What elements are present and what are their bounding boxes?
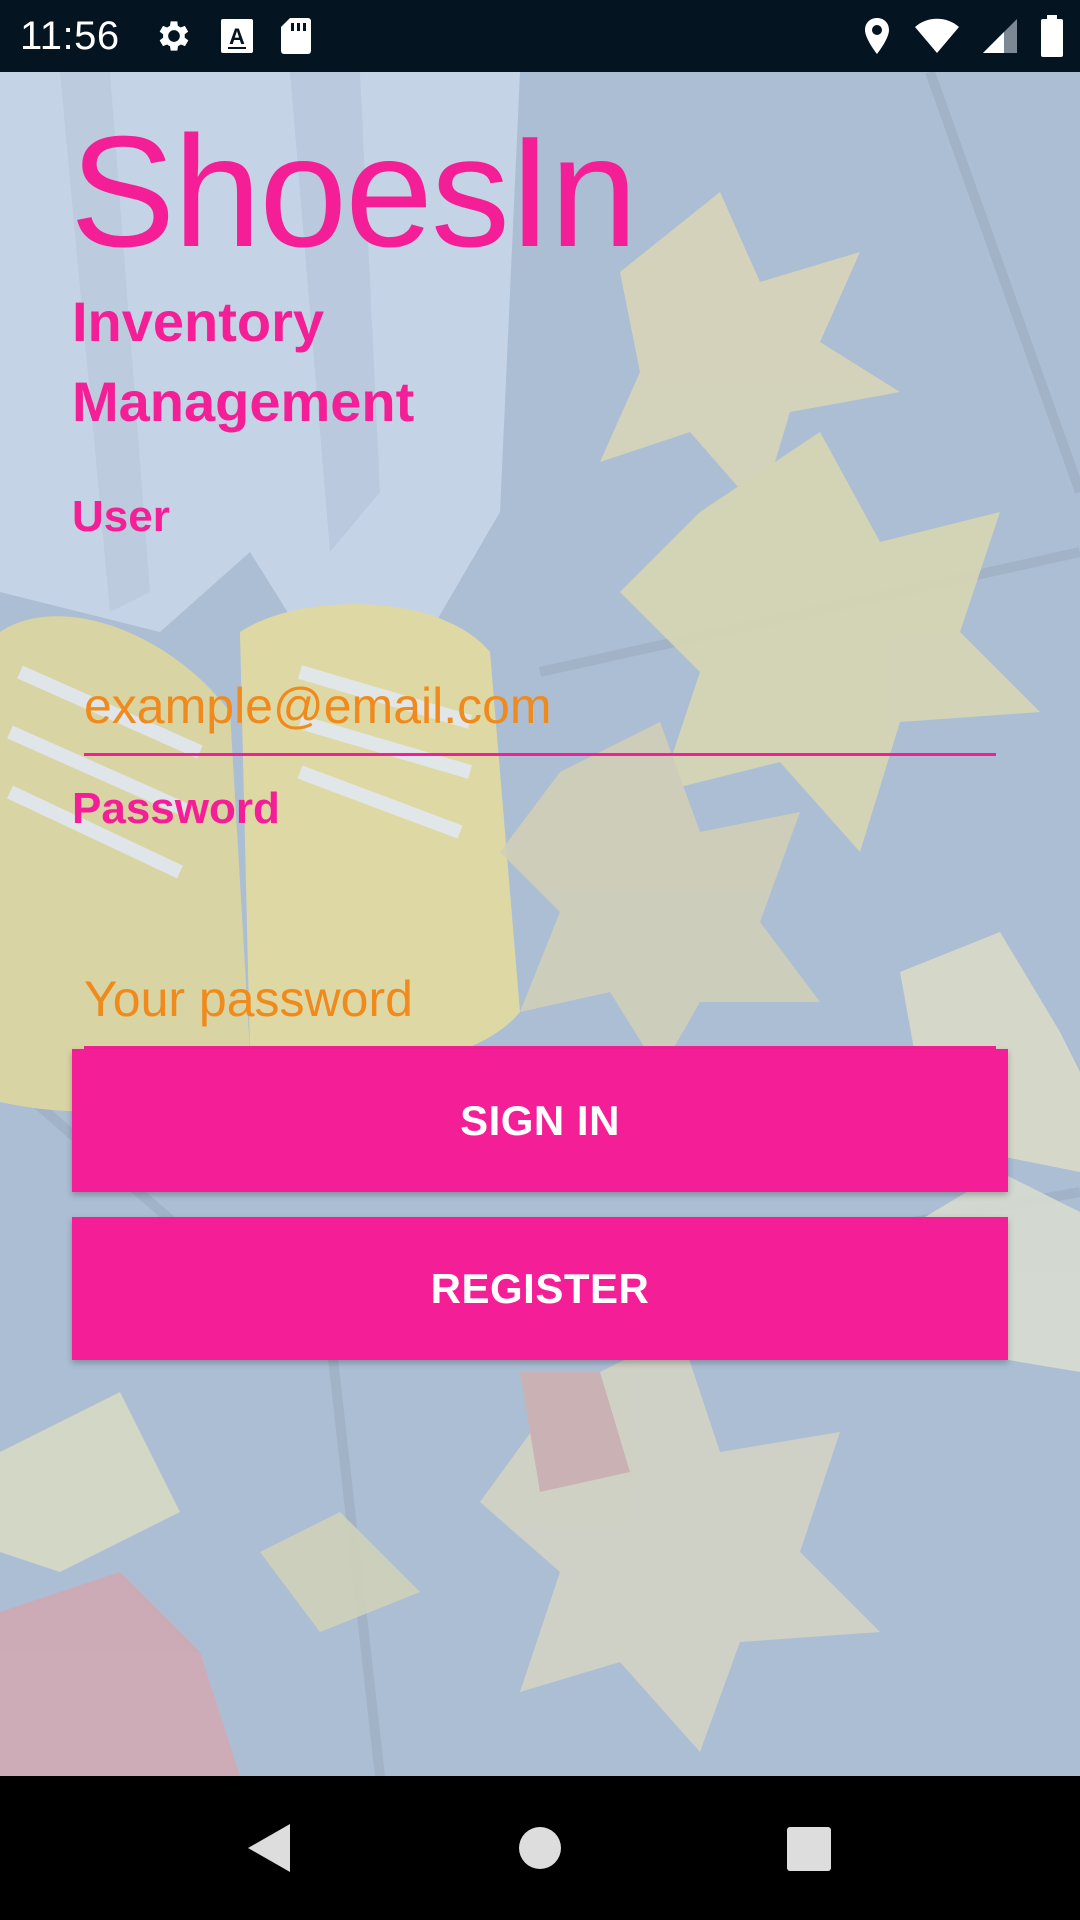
text-a-icon: A (220, 18, 254, 54)
app-title: ShoesIn (70, 104, 638, 280)
status-time: 11:56 (20, 13, 120, 58)
back-icon[interactable] (244, 1822, 292, 1879)
user-label: User (72, 492, 170, 541)
status-notification-icons: A (154, 16, 312, 56)
wifi-icon (914, 18, 960, 54)
recents-icon[interactable] (786, 1826, 832, 1877)
login-screen: ShoesIn Inventory Management User Passwo… (0, 72, 1080, 1776)
navigation-bar (0, 1776, 1080, 1920)
email-field[interactable] (84, 666, 996, 756)
battery-icon (1040, 15, 1064, 57)
svg-text:A: A (229, 24, 245, 49)
sd-card-icon (280, 17, 312, 55)
sign-in-button[interactable]: SIGN IN (72, 1049, 1008, 1192)
app-subtitle: Inventory Management (72, 290, 415, 433)
status-bar: 11:56 A (0, 0, 1080, 72)
signal-icon (982, 18, 1018, 54)
location-icon (862, 16, 892, 56)
password-field[interactable] (84, 959, 996, 1049)
home-icon[interactable] (518, 1826, 562, 1875)
gear-icon (154, 16, 194, 56)
status-system-icons (862, 0, 1064, 72)
register-button[interactable]: REGISTER (72, 1217, 1008, 1360)
login-form: ShoesIn Inventory Management User Passwo… (0, 72, 1080, 1776)
password-label: Password (72, 784, 280, 833)
